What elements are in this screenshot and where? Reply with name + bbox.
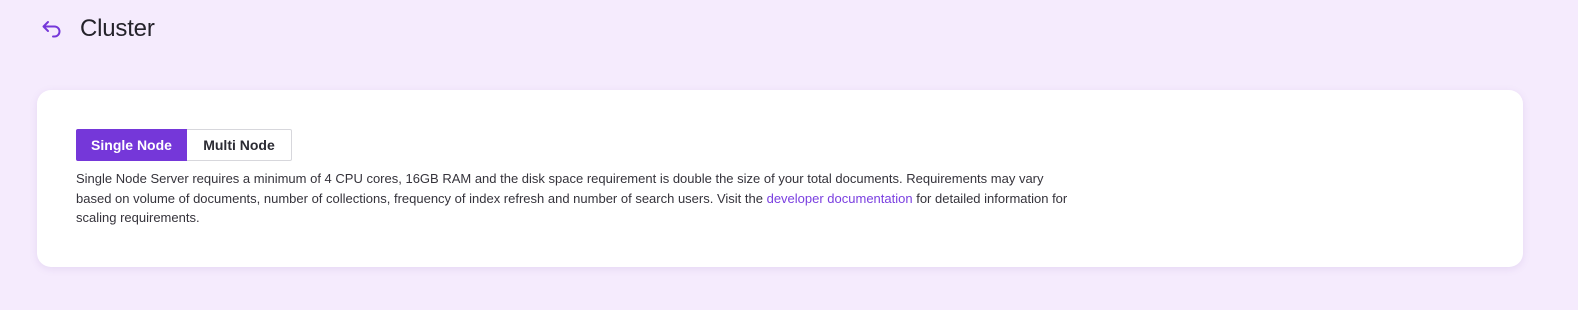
multi-node-button[interactable]: Multi Node: [187, 129, 292, 161]
back-arrow-icon: [42, 21, 61, 38]
page-title: Cluster: [80, 15, 155, 42]
node-mode-toggle: Single Node Multi Node: [76, 129, 292, 161]
cluster-card: Single Node Multi Node Single Node Serve…: [37, 90, 1523, 267]
back-button[interactable]: [40, 17, 64, 41]
developer-documentation-link[interactable]: developer documentation: [767, 191, 913, 206]
page-header: Cluster: [40, 14, 155, 44]
single-node-button[interactable]: Single Node: [76, 129, 187, 161]
requirements-description: Single Node Server requires a minimum of…: [76, 169, 1076, 228]
